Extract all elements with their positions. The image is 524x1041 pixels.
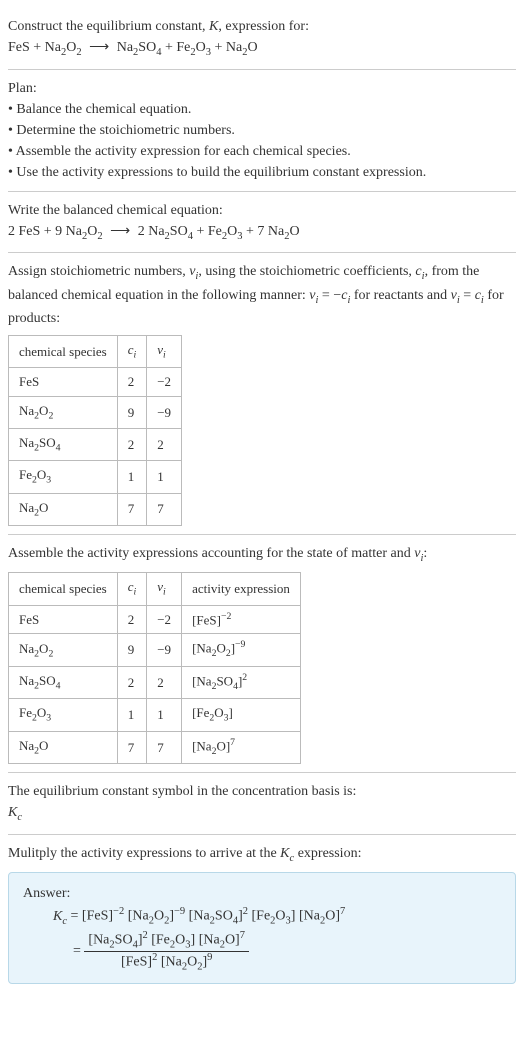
stoich-table: chemical species ci νi FeS2−2 Na2O29−9 N… bbox=[8, 335, 182, 526]
table-header-row: chemical species ci νi activity expressi… bbox=[9, 573, 301, 605]
fraction: [Na2SO4]2 [Fe2O3] [Na2O]7 [FeS]2 [Na2O2]… bbox=[84, 930, 249, 973]
symbol-text: The equilibrium constant symbol in the c… bbox=[8, 781, 516, 802]
table-row: Fe2O311 bbox=[9, 461, 182, 493]
col-vi: νi bbox=[147, 336, 182, 368]
answer-box: Answer: Kc = [FeS]−2 [Na2O2]−9 [Na2SO4]2… bbox=[8, 872, 516, 983]
col-vi: νi bbox=[147, 573, 182, 605]
col-activity: activity expression bbox=[182, 573, 301, 605]
balanced-equation: 2 FeS + 9 Na2O2 ⟶ 2 Na2SO4 + Fe2O3 + 7 N… bbox=[8, 221, 516, 245]
table-row: Fe2O311[Fe2O3] bbox=[9, 699, 301, 731]
table-row: FeS2−2[FeS]−2 bbox=[9, 605, 301, 634]
balanced-section: Write the balanced chemical equation: 2 … bbox=[8, 192, 516, 254]
balanced-title: Write the balanced chemical equation: bbox=[8, 200, 516, 221]
plan-bullet: • Determine the stoichiometric numbers. bbox=[8, 120, 516, 141]
result-section: Mulitply the activity expressions to arr… bbox=[8, 835, 516, 992]
table-row: Na2O77 bbox=[9, 493, 182, 525]
table-row: Na2O29−9[Na2O2]−9 bbox=[9, 634, 301, 667]
plan-section: Plan: • Balance the chemical equation. •… bbox=[8, 70, 516, 192]
table-row: Na2SO422[Na2SO4]2 bbox=[9, 666, 301, 699]
fraction-numerator: [Na2SO4]2 [Fe2O3] [Na2O]7 bbox=[84, 930, 249, 952]
fraction-denominator: [FeS]2 [Na2O2]9 bbox=[84, 952, 249, 973]
table-row: Na2SO422 bbox=[9, 429, 182, 461]
answer-label: Answer: bbox=[23, 883, 501, 904]
kc-expression-line1: Kc = [FeS]−2 [Na2O2]−9 [Na2SO4]2 [Fe2O3]… bbox=[23, 904, 501, 929]
result-intro: Mulitply the activity expressions to arr… bbox=[8, 843, 516, 867]
col-species: chemical species bbox=[9, 573, 118, 605]
col-ci: ci bbox=[117, 336, 147, 368]
prompt-section: Construct the equilibrium constant, K, e… bbox=[8, 8, 516, 70]
table-row: FeS2−2 bbox=[9, 368, 182, 397]
plan-bullet: • Assemble the activity expression for e… bbox=[8, 141, 516, 162]
col-ci: ci bbox=[117, 573, 147, 605]
table-row: Na2O77[Na2O]7 bbox=[9, 731, 301, 764]
symbol-section: The equilibrium constant symbol in the c… bbox=[8, 773, 516, 835]
activity-intro: Assemble the activity expressions accoun… bbox=[8, 543, 516, 567]
plan-title: Plan: bbox=[8, 78, 516, 99]
unbalanced-equation: FeS + Na2O2 ⟶ Na2SO4 + Fe2O3 + Na2O bbox=[8, 37, 516, 61]
kc-expression-line2: = [Na2SO4]2 [Fe2O3] [Na2O]7 [FeS]2 [Na2O… bbox=[23, 930, 501, 973]
plan-bullet: • Balance the chemical equation. bbox=[8, 99, 516, 120]
table-row: Na2O29−9 bbox=[9, 396, 182, 428]
activity-table: chemical species ci νi activity expressi… bbox=[8, 572, 301, 764]
prompt-title: Construct the equilibrium constant, K, e… bbox=[8, 16, 516, 37]
activity-section: Assemble the activity expressions accoun… bbox=[8, 535, 516, 773]
symbol-kc: Kc bbox=[8, 802, 516, 826]
col-species: chemical species bbox=[9, 336, 118, 368]
stoich-section: Assign stoichiometric numbers, νi, using… bbox=[8, 253, 516, 535]
table-header-row: chemical species ci νi bbox=[9, 336, 182, 368]
equals-sign: = bbox=[73, 943, 84, 958]
stoich-intro: Assign stoichiometric numbers, νi, using… bbox=[8, 261, 516, 329]
plan-bullet: • Use the activity expressions to build … bbox=[8, 162, 516, 183]
